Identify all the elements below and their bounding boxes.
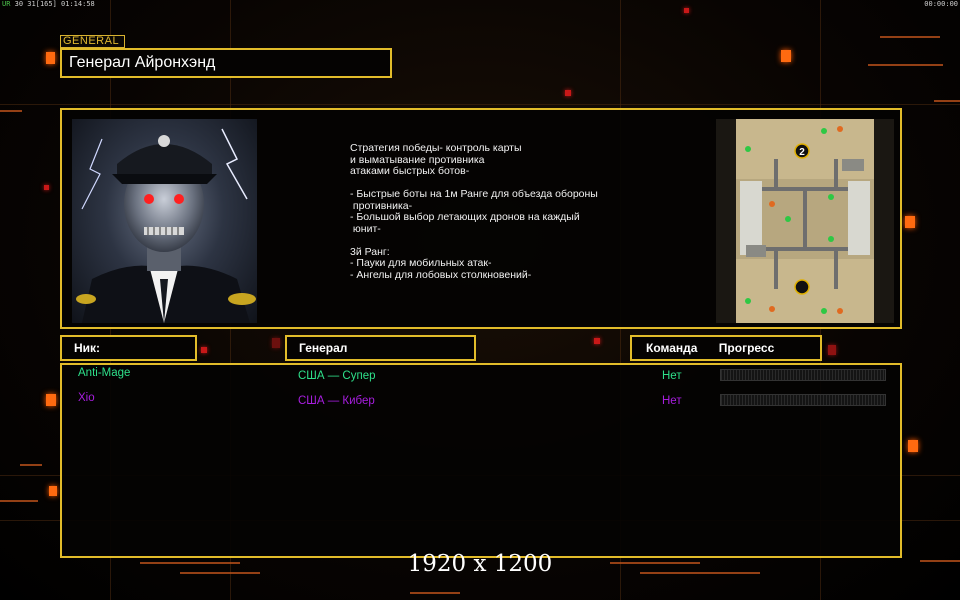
player-progress-bar xyxy=(720,369,886,381)
player-nick: Anti-Mage xyxy=(78,367,131,379)
general-header-label: Генерал xyxy=(299,341,348,355)
players-list: Anti-Mage США — Супер Нет Xio США — Кибе… xyxy=(60,363,902,558)
status-bar-left: UR 30 31[165] 01:14:58 xyxy=(2,0,95,8)
general-tag: GENERAL xyxy=(60,35,125,48)
team-progress-header: Команда Прогресс xyxy=(630,335,822,361)
general-column-header: Генерал xyxy=(285,335,476,361)
general-description: Стратегия победы- контроль карты и вымат… xyxy=(350,142,598,281)
progress-header-label: Прогресс xyxy=(718,341,775,355)
player-row[interactable]: Anti-Mage США — Супер Нет xyxy=(62,367,900,383)
team-header-label: Команда xyxy=(646,341,698,355)
player-nick: Xio xyxy=(78,392,95,404)
fps-label: UR xyxy=(2,0,11,8)
fps-values: 30 31 xyxy=(14,0,36,8)
map-preview[interactable]: 2 xyxy=(716,119,894,323)
nick-column-header: Ник: xyxy=(60,335,197,361)
general-info-panel: Стратегия победы- контроль карты и вымат… xyxy=(60,108,902,329)
player-general[interactable]: США — Супер xyxy=(298,370,375,382)
player-team[interactable]: Нет xyxy=(662,395,682,407)
game-clock: 01:14:58 xyxy=(61,0,95,8)
resolution-label: 1920 x 1200 xyxy=(407,551,553,577)
status-bar-right: 00:00:00 xyxy=(924,0,958,8)
general-portrait xyxy=(72,119,257,323)
player-progress-bar xyxy=(720,394,886,406)
player-team[interactable]: Нет xyxy=(662,370,682,382)
nick-header-label: Ник: xyxy=(74,341,101,355)
player-row[interactable]: Xio США — Кибер Нет xyxy=(62,392,900,408)
fps-bracket: [165] xyxy=(35,0,57,8)
start-position-label: 2 xyxy=(799,147,805,158)
player-general[interactable]: США — Кибер xyxy=(298,395,375,407)
general-name: Генерал Айронхэнд xyxy=(60,48,392,78)
